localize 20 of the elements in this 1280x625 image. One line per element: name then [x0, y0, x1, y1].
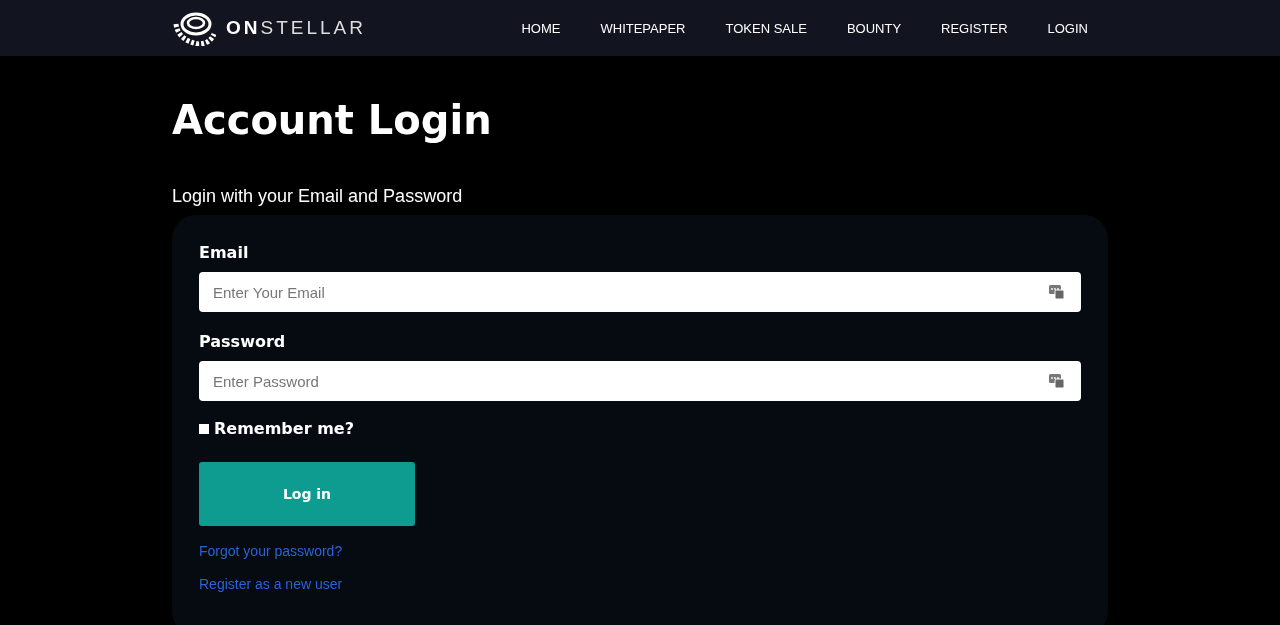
nav-link[interactable]: HOME: [501, 20, 581, 36]
nav-link[interactable]: REGISTER: [921, 20, 1028, 36]
nav-link[interactable]: BOUNTY: [826, 20, 922, 36]
checkbox[interactable]: [199, 423, 209, 434]
nav-link[interactable]: TOKEN SALE: [705, 20, 827, 36]
nav-link[interactable]: LOGIN: [1027, 20, 1108, 36]
input-field[interactable]: Enter Password: [199, 361, 1081, 401]
page-subtitle: Login with your Email and Password: [172, 186, 464, 207]
field-label: Password: [199, 332, 287, 351]
field-label: Email: [199, 243, 250, 262]
nav-link[interactable]: WHITEPAPER: [580, 20, 706, 36]
keypad-icon: [1049, 284, 1064, 299]
page-title: Account Login: [172, 98, 493, 142]
input-field[interactable]: Enter Your Email: [199, 272, 1081, 312]
text-link[interactable]: Register as a new user: [199, 576, 343, 592]
logo-icon: [172, 10, 216, 46]
logo-text: ONSTELLAR: [226, 17, 366, 39]
checkbox-label: Remember me?: [214, 419, 354, 438]
keypad-icon: [1049, 373, 1064, 388]
text-link[interactable]: Forgot your password?: [199, 543, 343, 559]
